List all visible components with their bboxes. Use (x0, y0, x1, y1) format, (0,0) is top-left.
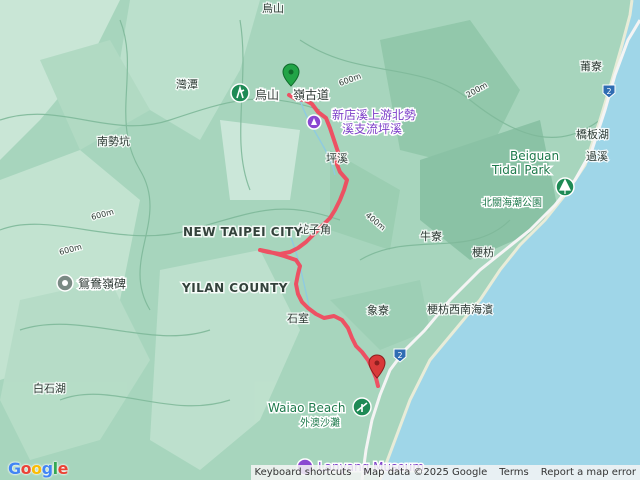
poi-beiguan-en-1: Beiguan (510, 149, 559, 163)
keyboard-shortcuts-link[interactable]: Keyboard shortcuts (255, 467, 352, 478)
place-label-guoxi[interactable]: 過溪 (585, 149, 610, 165)
place-label-baishihu[interactable]: 白石湖 (32, 380, 68, 397)
place-label-gengfang-beach[interactable]: 梗枋西南海濱 (426, 301, 495, 318)
place-label-niuliao[interactable]: 牛寮 (419, 228, 444, 245)
map-data-text: Map data ©2025 Google (363, 467, 488, 478)
poi-beiguan-zh: 北關海潮公園 (482, 196, 542, 209)
terms-link[interactable]: Terms (499, 467, 528, 478)
google-logo: Google (8, 459, 68, 478)
poi-yuanyang-label: 鴛鴦嶺碑 (78, 276, 126, 291)
place-label-qiaobanhu[interactable]: 橋板湖 (575, 126, 611, 143)
poi-xindian-line1: 新店溪上游北勢 (332, 107, 416, 122)
poi-waiao-zh: 外澳沙灘 (300, 416, 340, 429)
place-label-wantan[interactable]: 灣潭 (175, 77, 200, 93)
poi-beiguan-en-2: Tidal Park (491, 163, 550, 177)
place-label-pingxi[interactable]: 坪溪 (325, 151, 350, 167)
poi-trail-name-label: 嶺古道 (293, 87, 329, 102)
poi-xindian-line2: 溪支流坪溪 (342, 122, 402, 136)
place-label-puliao[interactable]: 莆寮 (579, 58, 604, 75)
poi-wushan-label: 烏山 (255, 88, 279, 102)
poi-waiao-en: Waiao Beach (268, 401, 345, 415)
region-label-new-taipei: NEW TAIPEI CITY (183, 225, 303, 239)
map-canvas[interactable]: 2 2 600m 600m 600m 400m 200m 烏山 灣潭 南勢坑 坪… (0, 0, 640, 480)
road-shield-2-south-label: 2 (397, 351, 402, 360)
place-label-xiangliao[interactable]: 象寮 (366, 302, 391, 319)
place-label-gengfang[interactable]: 梗枋 (471, 244, 496, 261)
place-label-wushan-top[interactable]: 烏山 (261, 0, 286, 16)
region-label-yilan: YILAN COUNTY (181, 281, 288, 295)
report-error-link[interactable]: Report a map error (541, 467, 636, 478)
attribution-bar: Keyboard shortcuts Map data ©2025 Google… (250, 465, 640, 480)
poi-yuanyang-stele[interactable]: 鴛鴦嶺碑 (56, 274, 128, 293)
place-label-nanshikeng[interactable]: 南勢坑 (96, 133, 132, 150)
road-shield-2-north-label: 2 (606, 87, 611, 96)
place-label-shishi[interactable]: 石室 (286, 310, 311, 327)
